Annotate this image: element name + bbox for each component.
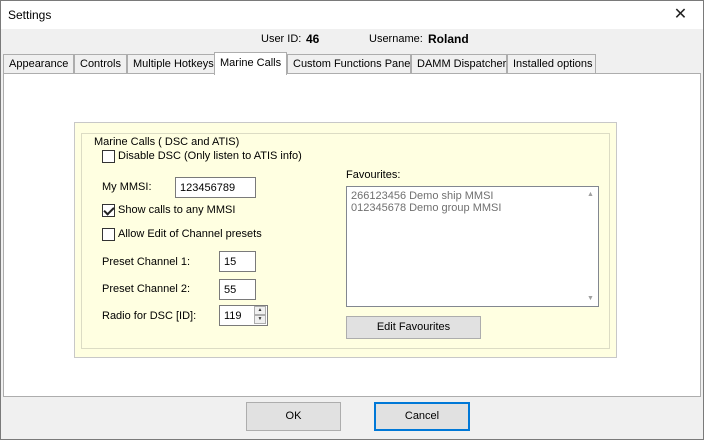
show-calls-checkbox[interactable] xyxy=(102,204,115,217)
ok-button[interactable]: OK xyxy=(246,402,341,431)
user-id-label: User ID: xyxy=(261,33,302,45)
tab-appearance[interactable]: Appearance xyxy=(3,54,74,74)
user-info-bar: User ID: 46 Username: Roland xyxy=(1,29,703,51)
marine-calls-group: Marine Calls ( DSC and ATIS) Disable DSC… xyxy=(74,122,617,358)
marine-calls-page: Marine Calls ( DSC and ATIS) Disable DSC… xyxy=(3,73,701,397)
close-icon: ✕ xyxy=(673,6,688,23)
tab-marine-calls[interactable]: Marine Calls xyxy=(214,52,287,75)
favourites-scrollbar[interactable]: ▲ ▼ xyxy=(583,187,598,306)
favourites-label: Favourites: xyxy=(346,169,401,181)
favourites-listbox[interactable]: 266123456 Demo ship MMSI 012345678 Demo … xyxy=(346,186,599,307)
my-mmsi-input[interactable] xyxy=(175,177,256,198)
tab-multiple-hotkeys[interactable]: Multiple Hotkeys xyxy=(127,54,216,74)
cancel-button[interactable]: Cancel xyxy=(374,402,470,431)
window-title: Settings xyxy=(8,8,52,22)
spin-up-icon[interactable]: ▲ xyxy=(254,306,266,315)
settings-window: Settings ✕ User ID: 46 Username: Roland … xyxy=(0,0,704,440)
username-value: Roland xyxy=(428,32,469,46)
marine-calls-frame: Marine Calls ( DSC and ATIS) Disable DSC… xyxy=(81,133,610,349)
tab-installed-options[interactable]: Installed options xyxy=(507,54,596,74)
tab-damm-dispatcher[interactable]: DAMM Dispatcher xyxy=(411,54,507,74)
scroll-down-icon[interactable]: ▼ xyxy=(583,291,598,306)
close-button[interactable]: ✕ xyxy=(658,1,703,29)
preset-channel-2-label: Preset Channel 2: xyxy=(102,283,191,295)
radio-dsc-spinner[interactable]: ▲ ▼ xyxy=(254,306,266,325)
preset-channel-2-input[interactable] xyxy=(219,279,256,300)
disable-dsc-checkbox[interactable] xyxy=(102,150,115,163)
allow-edit-presets-label: Allow Edit of Channel presets xyxy=(118,228,262,240)
radio-dsc-label: Radio for DSC [ID]: xyxy=(102,310,197,322)
scroll-up-icon[interactable]: ▲ xyxy=(583,187,598,202)
disable-dsc-label: Disable DSC (Only listen to ATIS info) xyxy=(118,150,302,162)
group-title: Marine Calls ( DSC and ATIS) xyxy=(92,136,242,148)
show-calls-label: Show calls to any MMSI xyxy=(118,204,236,216)
tab-custom-functions-panel[interactable]: Custom Functions Panel xyxy=(287,54,413,74)
tab-strip: Appearance Controls Multiple Hotkeys Mar… xyxy=(3,52,701,75)
tab-controls[interactable]: Controls xyxy=(74,54,127,74)
allow-edit-presets-checkbox[interactable] xyxy=(102,228,115,241)
edit-favourites-button[interactable]: Edit Favourites xyxy=(346,316,481,339)
favourite-item[interactable]: 266123456 Demo ship MMSI xyxy=(347,190,598,202)
username-label: Username: xyxy=(369,33,423,45)
my-mmsi-label: My MMSI: xyxy=(102,181,152,193)
title-bar: Settings ✕ xyxy=(1,1,703,29)
favourite-item[interactable]: 012345678 Demo group MMSI xyxy=(347,202,598,214)
preset-channel-1-input[interactable] xyxy=(219,251,256,272)
spin-down-icon[interactable]: ▼ xyxy=(254,315,266,324)
preset-channel-1-label: Preset Channel 1: xyxy=(102,256,191,268)
user-id-value: 46 xyxy=(306,32,320,46)
